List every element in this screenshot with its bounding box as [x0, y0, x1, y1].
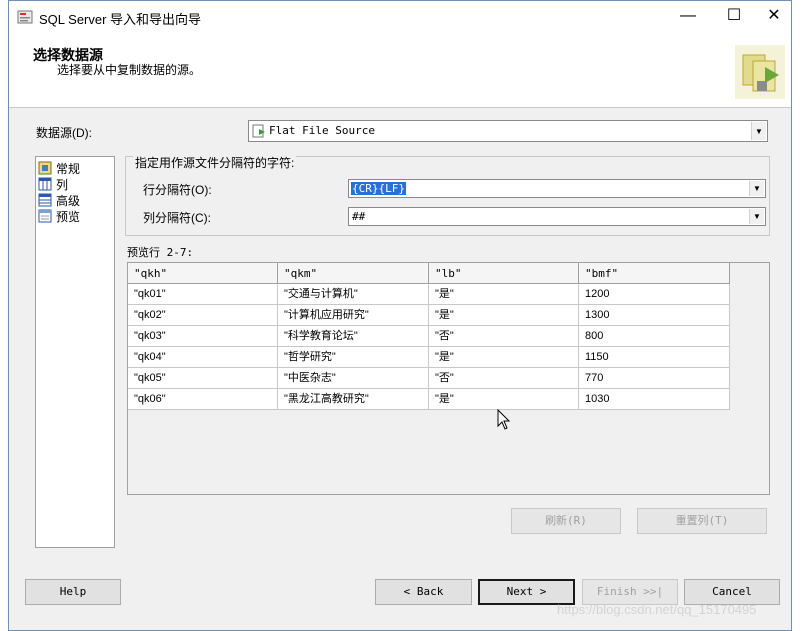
sidebar-item-label: 列	[56, 177, 69, 192]
sidebar-item-advanced[interactable]: 高级	[38, 192, 80, 208]
column-header[interactable]: "qkm"	[278, 263, 429, 284]
chevron-down-icon[interactable]: ▼	[749, 181, 764, 196]
data-source-select[interactable]: Flat File Source ▼	[248, 120, 768, 142]
wizard-header: 选择数据源 选择要从中复制数据的源。	[9, 33, 791, 108]
sidebar-item-label: 高级	[56, 193, 81, 208]
background-window-edge-right	[792, 0, 806, 631]
title-bar[interactable]: SQL Server 导入和导出向导 — ☐ ✕	[9, 1, 791, 33]
row-delimiter-value: {CR}{LF}	[351, 182, 406, 195]
table-cell: "交通与计算机"	[278, 284, 429, 305]
table-cell: 1030	[579, 389, 730, 410]
sidebar-item-columns[interactable]: 列	[38, 176, 68, 192]
data-source-value: Flat File Source	[269, 124, 375, 137]
column-header[interactable]: "lb"	[429, 263, 579, 284]
table-cell: "黑龙江高教研究"	[278, 389, 429, 410]
sidebar-item-label: 预览	[56, 209, 81, 224]
close-button[interactable]: ✕	[751, 1, 797, 33]
data-source-graphic-icon	[735, 45, 785, 99]
chevron-down-icon[interactable]: ▼	[749, 209, 764, 224]
table-cell: "是"	[429, 305, 579, 326]
table-cell: "哲学研究"	[278, 347, 429, 368]
table-cell: 1200	[579, 284, 730, 305]
wizard-window: SQL Server 导入和导出向导 — ☐ ✕ 选择数据源 选择要从中复制数据…	[8, 0, 792, 631]
minimize-button[interactable]: —	[665, 1, 711, 33]
table-cell: "中医杂志"	[278, 368, 429, 389]
reset-columns-button[interactable]: 重置列(T)	[637, 508, 767, 534]
table-cell: "是"	[429, 389, 579, 410]
table-cell: "否"	[429, 326, 579, 347]
column-delimiter-select[interactable]: ## ▼	[348, 207, 766, 226]
advanced-icon	[38, 193, 52, 207]
table-cell: "qk02"	[128, 305, 278, 326]
sidebar-item-label: 常规	[56, 161, 81, 176]
table-cell: "科学教育论坛"	[278, 326, 429, 347]
chevron-down-icon[interactable]: ▼	[751, 122, 766, 140]
sql-server-app-icon	[17, 10, 33, 24]
data-source-label: 数据源(D):	[36, 126, 92, 140]
flat-file-icon	[252, 124, 265, 138]
refresh-button[interactable]: 刷新(R)	[511, 508, 621, 534]
general-icon	[38, 161, 52, 175]
row-delimiter-label: 行分隔符(O):	[143, 183, 212, 197]
table-cell: 770	[579, 368, 730, 389]
table-cell: "否"	[429, 368, 579, 389]
table-cell: "是"	[429, 284, 579, 305]
table-cell: "qk01"	[128, 284, 278, 305]
sidebar-item-general[interactable]: 常规	[38, 160, 80, 176]
delimiter-group-title: 指定用作源文件分隔符的字符:	[133, 154, 297, 171]
table-cell: 800	[579, 326, 730, 347]
page-subtitle: 选择要从中复制数据的源。	[57, 63, 202, 77]
table-cell: 1150	[579, 347, 730, 368]
window-title: SQL Server 导入和导出向导	[39, 12, 202, 27]
column-header[interactable]: "bmf"	[579, 263, 730, 284]
column-delimiter-label: 列分隔符(C):	[143, 211, 211, 225]
row-delimiter-select[interactable]: {CR}{LF} ▼	[348, 179, 766, 198]
preview-label: 预览行 2-7:	[127, 246, 194, 259]
columns-icon	[38, 177, 52, 191]
preview-grid[interactable]: "qkh" "qkm" "lb" "bmf" "qk01" "交通与计算机" "…	[127, 262, 770, 495]
column-delimiter-value: ##	[352, 210, 366, 223]
preview-icon	[38, 209, 52, 223]
table-cell: 1300	[579, 305, 730, 326]
table-cell: "qk06"	[128, 389, 278, 410]
sidebar-item-preview[interactable]: 预览	[38, 208, 80, 224]
table-cell: "qk04"	[128, 347, 278, 368]
table-cell: "qk03"	[128, 326, 278, 347]
table-cell: "计算机应用研究"	[278, 305, 429, 326]
watermark-text: https://blog.csdn.net/qq_15170495	[557, 602, 757, 617]
table-cell: "qk05"	[128, 368, 278, 389]
options-sidebar: 常规 列 高级 预览	[35, 156, 115, 548]
background-window-edge	[0, 0, 8, 631]
mouse-cursor-icon	[497, 409, 511, 430]
help-button[interactable]: Help	[25, 579, 121, 605]
table-cell: "是"	[429, 347, 579, 368]
column-header[interactable]: "qkh"	[128, 263, 278, 284]
back-button[interactable]: < Back	[375, 579, 472, 605]
